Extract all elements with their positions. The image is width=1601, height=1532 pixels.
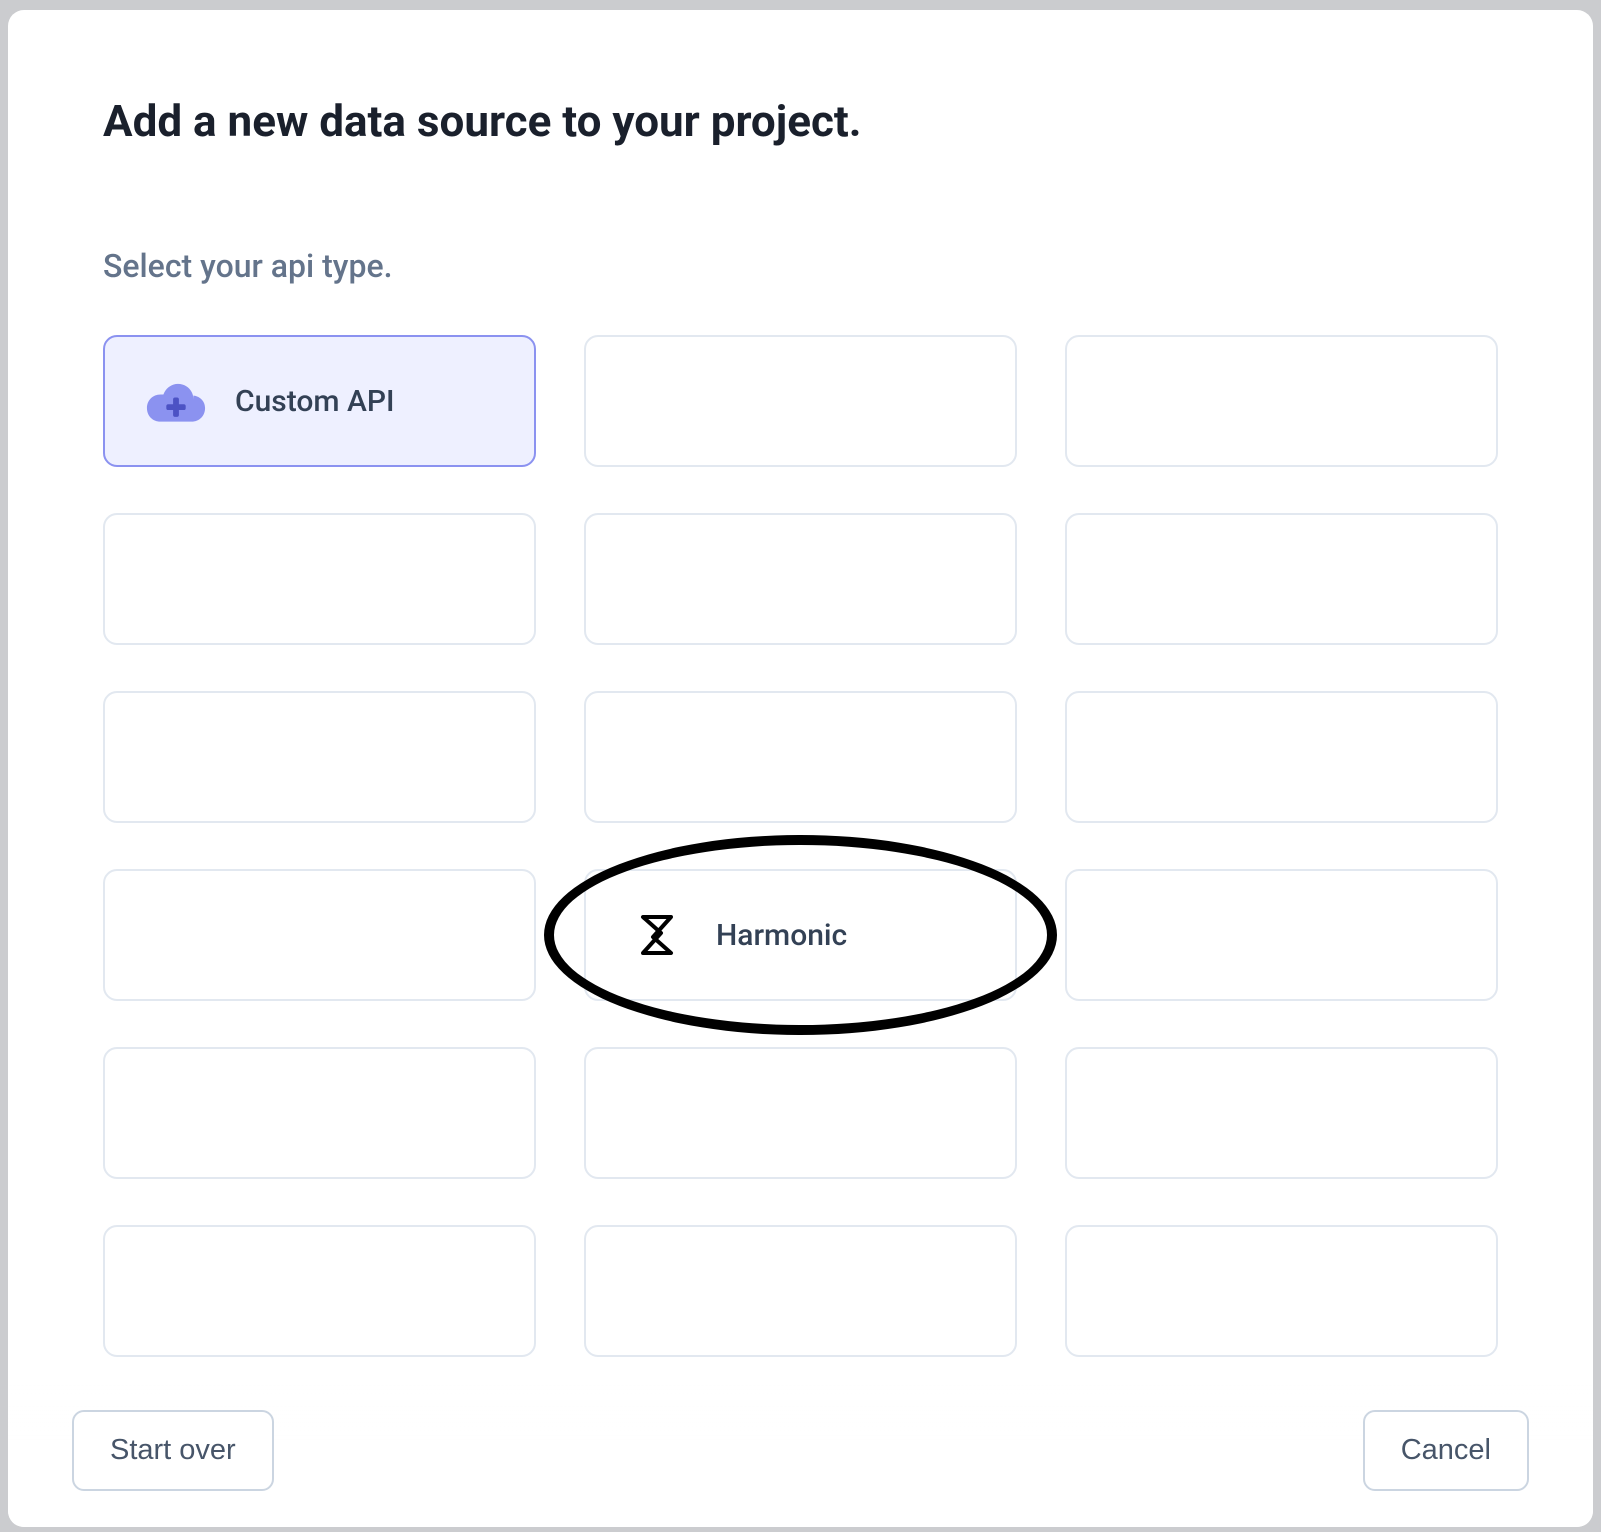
api-card-empty[interactable] <box>103 1225 536 1357</box>
api-card-empty[interactable] <box>103 691 536 823</box>
blank-icon <box>1107 910 1169 960</box>
modal-content: Add a new data source to your project. S… <box>8 10 1593 1381</box>
api-card-empty[interactable] <box>1065 869 1498 1001</box>
api-card-empty[interactable] <box>103 869 536 1001</box>
cloud-plus-icon <box>145 376 207 426</box>
api-card-harmonic[interactable]: Harmonic <box>584 869 1017 1001</box>
api-card-empty[interactable] <box>1065 1225 1498 1357</box>
blank-icon <box>145 1266 207 1316</box>
blank-icon <box>1107 554 1169 604</box>
api-card-empty[interactable] <box>1065 1047 1498 1179</box>
api-card-empty[interactable] <box>584 1047 1017 1179</box>
add-data-source-modal: Add a new data source to your project. S… <box>8 10 1593 1527</box>
blank-icon <box>1107 376 1169 426</box>
blank-icon <box>1107 1088 1169 1138</box>
api-card-empty[interactable] <box>1065 513 1498 645</box>
blank-icon <box>626 554 688 604</box>
blank-icon <box>145 554 207 604</box>
blank-icon <box>626 1088 688 1138</box>
api-card-custom-api[interactable]: Custom API <box>103 335 536 467</box>
blank-icon <box>626 732 688 782</box>
blank-icon <box>626 1266 688 1316</box>
api-card-empty[interactable] <box>1065 691 1498 823</box>
api-card-empty[interactable] <box>584 691 1017 823</box>
api-card-empty[interactable] <box>584 335 1017 467</box>
harmonic-icon <box>626 910 688 960</box>
blank-icon <box>626 376 688 426</box>
api-type-grid: Custom API Harmonic <box>103 335 1498 1381</box>
api-card-empty[interactable] <box>1065 335 1498 467</box>
api-card-label: Custom API <box>235 384 395 419</box>
api-card-empty[interactable] <box>103 513 536 645</box>
modal-footer: Start over Cancel <box>8 1381 1593 1527</box>
blank-icon <box>1107 1266 1169 1316</box>
modal-subtitle: Select your api type. <box>103 247 1498 285</box>
start-over-button[interactable]: Start over <box>72 1410 274 1491</box>
blank-icon <box>145 732 207 782</box>
blank-icon <box>145 1088 207 1138</box>
blank-icon <box>1107 732 1169 782</box>
api-card-empty[interactable] <box>584 513 1017 645</box>
modal-title: Add a new data source to your project. <box>103 95 1498 147</box>
blank-icon <box>145 910 207 960</box>
api-card-label: Harmonic <box>716 918 847 953</box>
cancel-button[interactable]: Cancel <box>1363 1410 1529 1491</box>
api-card-empty[interactable] <box>103 1047 536 1179</box>
api-card-empty[interactable] <box>584 1225 1017 1357</box>
